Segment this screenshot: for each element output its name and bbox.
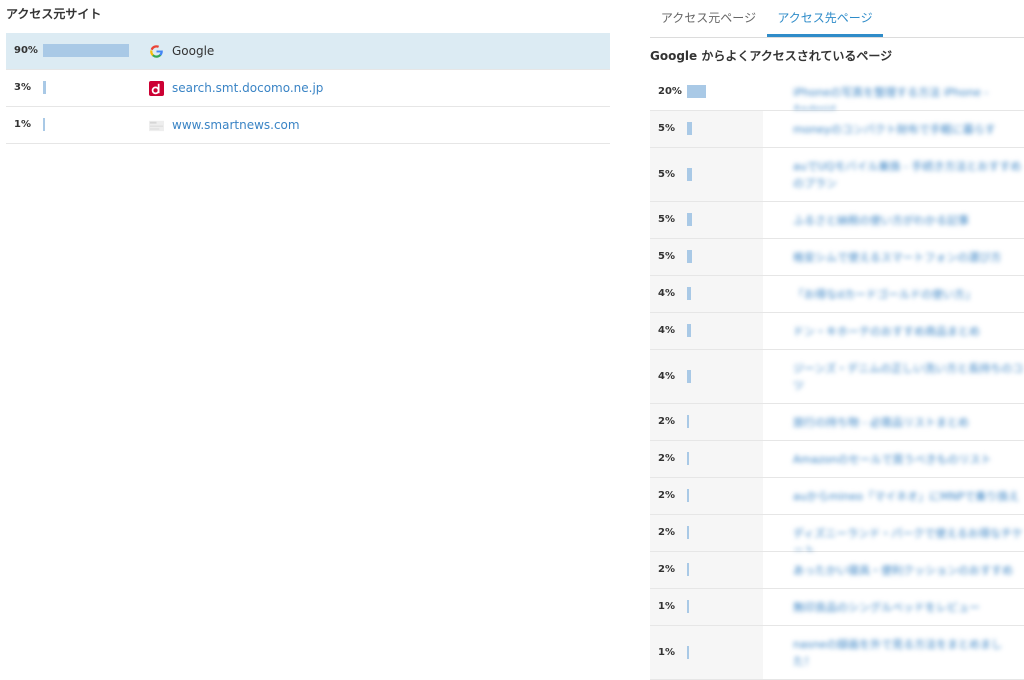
destination-page-row[interactable]: 1% nasneの録画を外で見る方法をまとめました！ xyxy=(650,626,1024,680)
page-share-bar xyxy=(687,287,691,300)
destination-page-row[interactable]: 5% auでUQモバイル乗換 - 手続き方法とおすすめのプラン xyxy=(650,148,1024,202)
page-percent: 2% xyxy=(658,527,675,538)
destination-page-row[interactable]: 4% ドン・キホーテのおすすめ商品まとめ xyxy=(650,313,1024,350)
page-percent: 2% xyxy=(658,490,675,501)
source-percent: 3% xyxy=(14,82,31,93)
destination-page-link[interactable]: ディズニーランド・パークで使えるお得なチケット xyxy=(793,515,1024,551)
page-percent: 4% xyxy=(658,288,675,299)
source-percent: 90% xyxy=(14,45,38,56)
source-site-link[interactable]: Google xyxy=(172,33,214,69)
page-tabs: アクセス元ページ アクセス先ページ xyxy=(650,0,1024,38)
source-site-link[interactable]: www.smartnews.com xyxy=(172,107,300,143)
tab-destination-pages[interactable]: アクセス先ページ xyxy=(767,0,883,37)
page-percent: 2% xyxy=(658,416,675,427)
destination-page-row[interactable]: 2% auからmineo「マイネオ」にMNPで乗り換え xyxy=(650,478,1024,515)
destination-page-link[interactable]: ドン・キホーテのおすすめ商品まとめ xyxy=(793,313,1024,349)
page-share-bar xyxy=(687,370,691,383)
page-percent: 1% xyxy=(658,647,675,658)
destination-page-link[interactable]: Amazonのセールで買うべきものリスト xyxy=(793,441,1024,477)
page-percent: 5% xyxy=(658,169,675,180)
page-percent: 20% xyxy=(658,86,682,97)
page-share-bar xyxy=(687,526,689,539)
destination-page-row[interactable]: 2% 旅行の持ち物 - 必需品リストまとめ xyxy=(650,404,1024,441)
destination-page-link[interactable]: 「お得なdカードゴールドの使い方」 xyxy=(793,276,1024,312)
smartnews-favicon-icon xyxy=(149,118,164,133)
destination-page-row[interactable]: 20% iPhoneの写真を整理する方法 iPhone - Android xyxy=(650,74,1024,111)
google-logo-icon xyxy=(149,44,164,59)
page-percent: 5% xyxy=(658,214,675,225)
page-share-bar xyxy=(687,122,692,135)
docomo-d-icon xyxy=(149,81,164,96)
destination-page-row[interactable]: 2% Amazonのセールで買うべきものリスト xyxy=(650,441,1024,478)
destination-page-link[interactable]: 無印良品のシングルベッドをレビュー xyxy=(793,589,1024,625)
page-percent: 4% xyxy=(658,325,675,336)
page-share-bar xyxy=(687,563,689,576)
destination-page-link[interactable]: auでUQモバイル乗換 - 手続き方法とおすすめのプラン xyxy=(793,148,1024,201)
tab-source-pages[interactable]: アクセス元ページ xyxy=(650,0,767,37)
source-site-link[interactable]: search.smt.docomo.ne.jp xyxy=(172,70,323,106)
page-percent: 2% xyxy=(658,564,675,575)
page-share-bar xyxy=(687,168,692,181)
page-percent: 4% xyxy=(658,371,675,382)
access-source-title: アクセス元サイト xyxy=(6,7,102,21)
destination-page-link[interactable]: iPhoneの写真を整理する方法 iPhone - Android xyxy=(793,74,1024,110)
destination-page-link[interactable]: ふるさと納税の使い方がわかる記事 xyxy=(793,202,1024,238)
destination-page-row[interactable]: 5% ふるさと納税の使い方がわかる記事 xyxy=(650,202,1024,239)
source-row[interactable]: 3% search.smt.docomo.ne.jp xyxy=(6,70,610,107)
page-percent: 1% xyxy=(658,601,675,612)
destination-page-row[interactable]: 4% 「お得なdカードゴールドの使い方」 xyxy=(650,276,1024,313)
source-share-bar xyxy=(43,44,129,57)
destination-page-link[interactable]: 格安シムで使えるスマートフォンの選び方 xyxy=(793,239,1024,275)
destination-page-link[interactable]: あったかい寝具・便利クッションのおすすめ xyxy=(793,552,1024,588)
source-share-bar xyxy=(43,81,46,94)
destination-page-row[interactable]: 5% 格安シムで使えるスマートフォンの選び方 xyxy=(650,239,1024,276)
destination-page-list: 20% iPhoneの写真を整理する方法 iPhone - Android 5% mo… xyxy=(650,74,1024,680)
page-share-bar xyxy=(687,324,691,337)
destination-pages-heading: Google からよくアクセスされているページ xyxy=(650,49,893,63)
destination-page-row[interactable]: 2% あったかい寝具・便利クッションのおすすめ xyxy=(650,552,1024,589)
page-share-bar xyxy=(687,489,689,502)
destination-page-link[interactable]: 旅行の持ち物 - 必需品リストまとめ xyxy=(793,404,1024,440)
page-percent: 5% xyxy=(658,251,675,262)
source-share-bar xyxy=(43,118,45,131)
page-share-bar xyxy=(687,415,689,428)
destination-page-link[interactable]: nasneの録画を外で見る方法をまとめました！ xyxy=(793,626,1024,679)
page-percent: 2% xyxy=(658,453,675,464)
page-panel: アクセス元ページ アクセス先ページ Google からよくアクセスされているペー… xyxy=(650,0,1024,680)
destination-page-link[interactable]: ジーンズ・デニムの正しい洗い方と長持ちのコツ xyxy=(793,350,1024,403)
destination-page-row[interactable]: 2% ディズニーランド・パークで使えるお得なチケット xyxy=(650,515,1024,552)
page-share-bar xyxy=(687,646,689,659)
destination-page-row[interactable]: 5% moneyのコンパクト財布で手軽に暮らす xyxy=(650,111,1024,148)
destination-page-row[interactable]: 1% 無印良品のシングルベッドをレビュー xyxy=(650,589,1024,626)
source-list: 90% Google 3% search.smt.docomo.ne.jp 1% www.… xyxy=(6,33,610,144)
source-row[interactable]: 1% www.smartnews.com xyxy=(6,107,610,144)
page-share-bar xyxy=(687,452,689,465)
page-share-bar xyxy=(687,600,689,613)
page-percent: 5% xyxy=(658,123,675,134)
destination-page-row[interactable]: 4% ジーンズ・デニムの正しい洗い方と長持ちのコツ xyxy=(650,350,1024,404)
page-share-bar xyxy=(687,250,692,263)
source-row[interactable]: 90% Google xyxy=(6,33,610,70)
source-percent: 1% xyxy=(14,119,31,130)
page-share-bar xyxy=(687,213,692,226)
destination-page-link[interactable]: moneyのコンパクト財布で手軽に暮らす xyxy=(793,111,1024,147)
destination-page-link[interactable]: auからmineo「マイネオ」にMNPで乗り換え xyxy=(793,478,1024,514)
page-share-bar xyxy=(687,85,706,98)
